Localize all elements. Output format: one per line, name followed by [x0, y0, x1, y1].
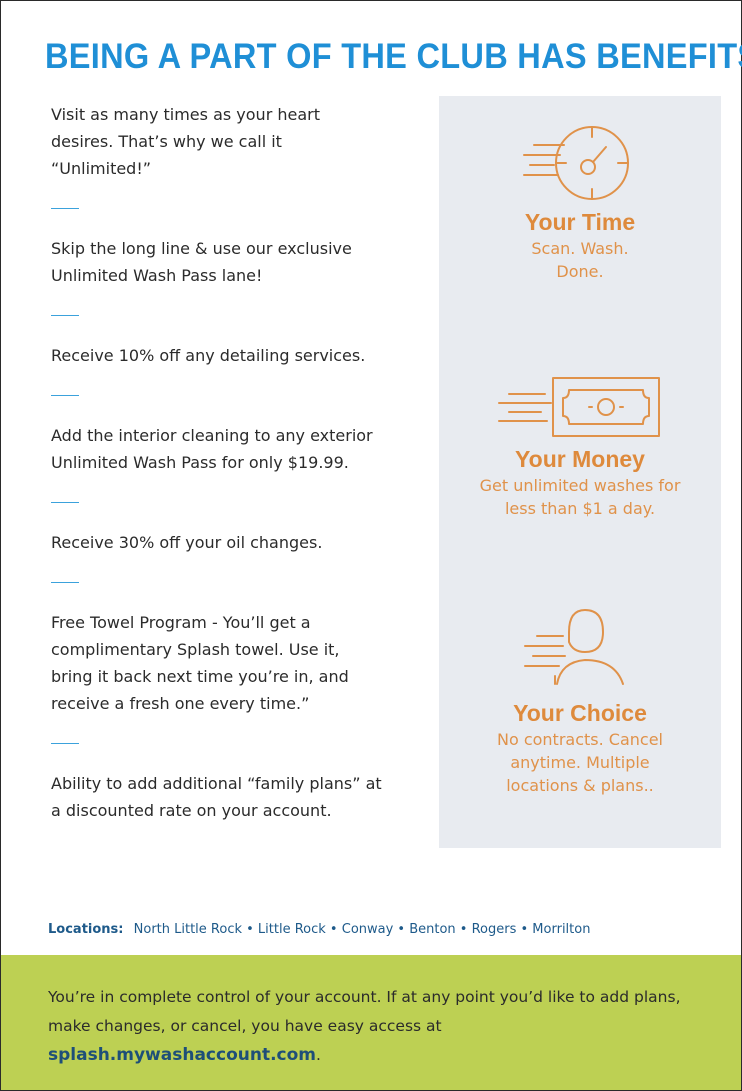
footer-end: . [316, 1046, 321, 1064]
locations-line: Locations: North Little Rock • Little Ro… [48, 922, 590, 937]
feature-your-money: Your Money Get unlimited washes for less… [439, 374, 721, 520]
account-link[interactable]: splash.mywashaccount.com [48, 1045, 316, 1065]
money-bill-icon [498, 377, 660, 437]
divider [51, 582, 79, 583]
benefits-list: Visit as many times as your heart desire… [51, 101, 421, 824]
feature-desc: Get unlimited washes for less than $1 a … [479, 476, 681, 518]
feature-your-time: Your Time Scan. Wash. Done. [439, 123, 721, 283]
feature-title: Your Money [515, 446, 645, 472]
benefit-item: Skip the long line & use our exclusive U… [51, 239, 352, 285]
feature-title: Your Time [524, 209, 636, 235]
feature-desc: Scan. Wash. Done. [531, 239, 629, 281]
person-icon [524, 608, 624, 685]
footer-paragraph: You’re in complete control of your accou… [48, 983, 708, 1070]
footer-banner: You’re in complete control of your accou… [1, 955, 741, 1090]
benefit-item: Ability to add additional “family plans”… [51, 774, 382, 820]
flyer-page: BEING A PART OF THE CLUB HAS BENEFITS! V… [0, 0, 742, 1091]
benefit-item: Receive 30% off your oil changes. [51, 533, 323, 552]
feature-your-choice: Your Choice No contracts. Cancel anytime… [439, 604, 721, 797]
divider [51, 315, 79, 316]
divider [51, 743, 79, 744]
stopwatch-icon [523, 126, 629, 200]
benefit-item: Visit as many times as your heart desire… [51, 105, 320, 178]
divider [51, 502, 79, 503]
features-sidebar: Your Time Scan. Wash. Done. Your Money G… [439, 96, 721, 848]
footer-text: You’re in complete control of your accou… [48, 988, 681, 1035]
locations-label: Locations: [48, 922, 124, 937]
locations-list: North Little Rock • Little Rock • Conway… [133, 922, 591, 937]
divider [51, 208, 79, 209]
page-headline: BEING A PART OF THE CLUB HAS BENEFITS! [45, 37, 742, 76]
benefit-item: Add the interior cleaning to any exterio… [51, 426, 373, 472]
benefit-item: Receive 10% off any detailing services. [51, 346, 366, 365]
benefit-item: Free Towel Program - You’ll get a compli… [51, 613, 349, 713]
divider [51, 395, 79, 396]
feature-title: Your Choice [513, 700, 647, 726]
feature-desc: No contracts. Cancel anytime. Multiple l… [496, 730, 663, 795]
